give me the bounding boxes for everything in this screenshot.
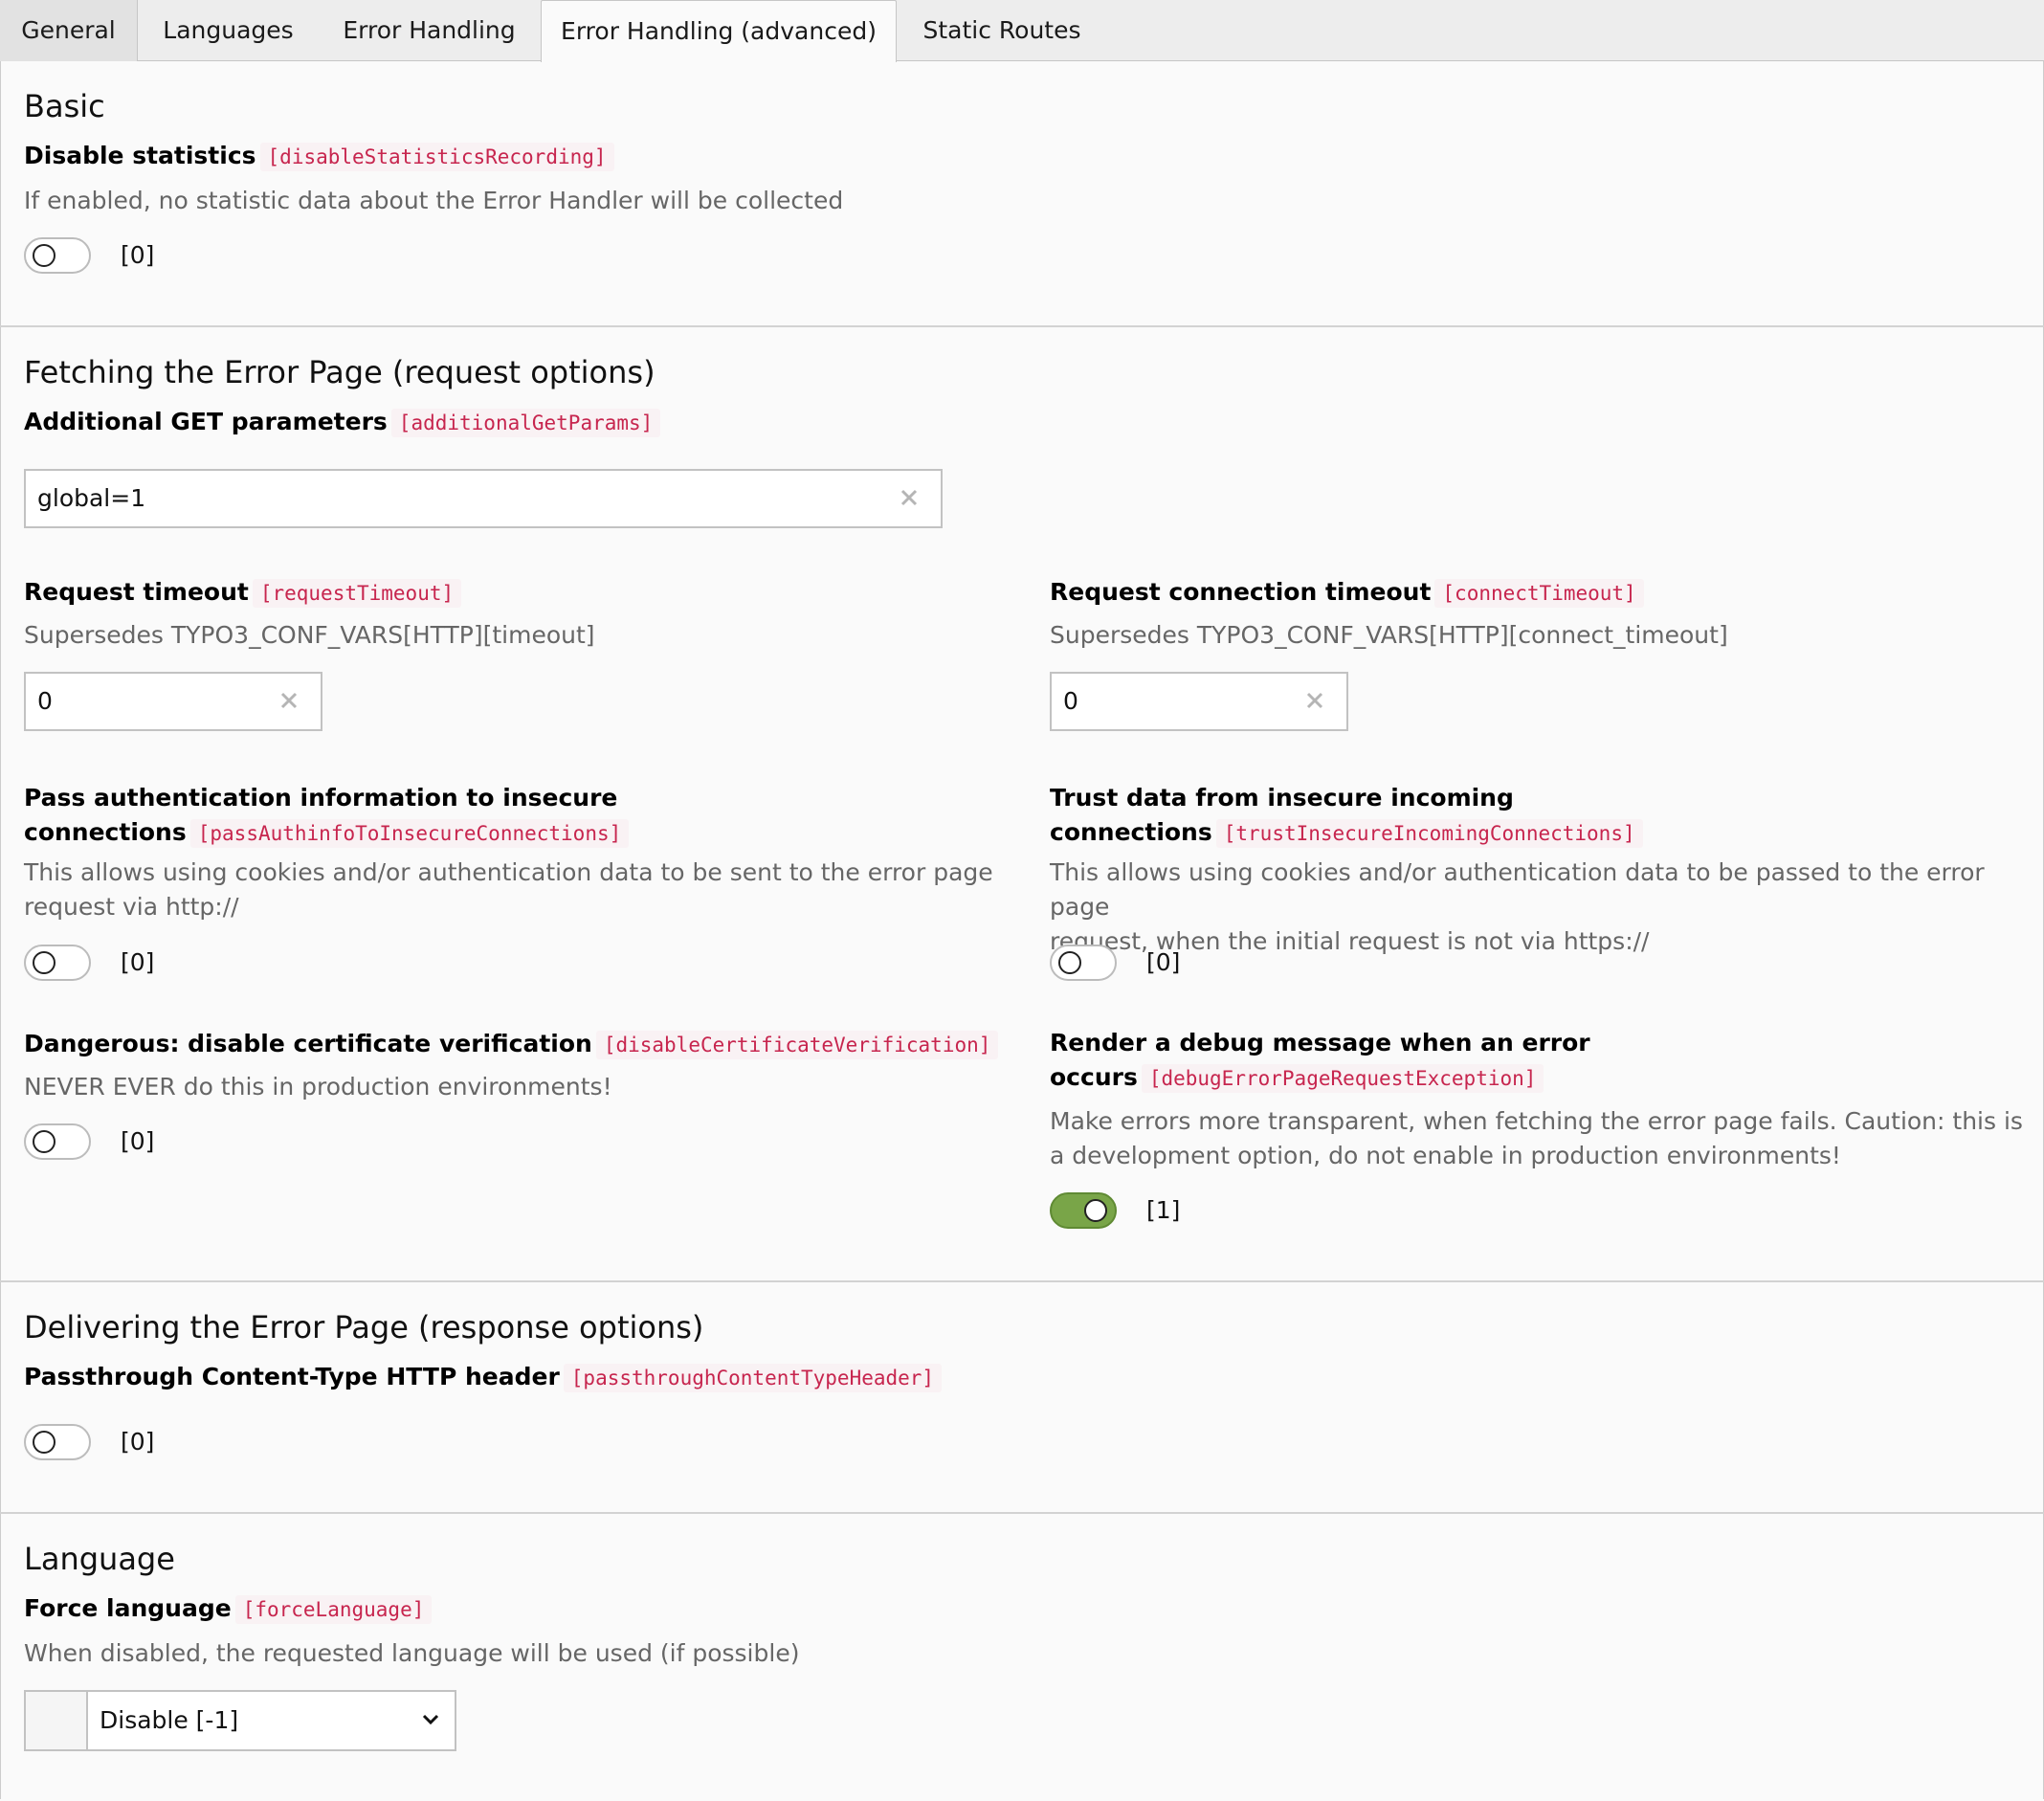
field-label-trust-insecure: Trust data from insecure incoming connec…	[1050, 781, 1643, 851]
label-text: Passthrough Content-Type HTTP header	[24, 1363, 560, 1390]
field-description: This allows using cookies and/or authent…	[1050, 856, 2044, 959]
field-label-disable-cert: Dangerous: disable certificate verificat…	[24, 1030, 999, 1059]
tab-static-routes[interactable]: Static Routes	[897, 0, 1107, 61]
section-heading-delivering: Delivering the Error Page (response opti…	[24, 1309, 704, 1345]
toggle-knob	[33, 244, 56, 267]
toggle-value: [0]	[121, 948, 155, 976]
field-label-passthrough: Passthrough Content-Type HTTP header [pas…	[24, 1363, 943, 1392]
field-description: When disabled, the requested language wi…	[24, 1639, 800, 1667]
config-key: [trustInsecureIncomingConnections]	[1215, 819, 1643, 848]
label-text-line2: occurs	[1050, 1063, 1138, 1091]
description-line1: This allows using cookies and/or authent…	[24, 858, 993, 886]
label-text: Disable statistics	[24, 142, 256, 169]
tab-error-handling[interactable]: Error Handling	[318, 0, 541, 61]
tab-bar: General Languages Error Handling Error H…	[0, 0, 2044, 62]
toggle-value: [0]	[121, 1428, 155, 1456]
additional-get-input[interactable]: global=1	[24, 469, 943, 528]
label-text-line1: Render a debug message when an error	[1050, 1029, 1590, 1056]
config-key: [additionalGetParams]	[390, 409, 661, 437]
label-text: Additional GET parameters	[24, 408, 388, 435]
toggle-disable-statistics[interactable]	[24, 237, 91, 274]
toggle-disable-cert[interactable]	[24, 1123, 91, 1160]
config-key: [passthroughContentTypeHeader]	[563, 1364, 943, 1392]
field-label-additional-get: Additional GET parameters [additionalGetP…	[24, 408, 661, 437]
label-text: Dangerous: disable certificate verificat…	[24, 1030, 592, 1057]
field-description: Make errors more transparent, when fetch…	[1050, 1104, 2023, 1173]
section-divider	[0, 1280, 2044, 1282]
toggle-debug-message[interactable]	[1050, 1192, 1117, 1229]
input-value: global=1	[37, 484, 146, 512]
description-line2: request, when the initial request is not…	[1050, 927, 1650, 955]
field-description: If enabled, no statistic data about the …	[24, 187, 844, 214]
field-description: NEVER EVER do this in production environ…	[24, 1073, 612, 1101]
label-text: Request connection timeout	[1050, 578, 1432, 606]
section-heading-basic: Basic	[24, 88, 105, 124]
section-divider	[0, 325, 2044, 327]
toggle-pass-auth[interactable]	[24, 945, 91, 981]
toggle-trust-insecure[interactable]	[1050, 945, 1117, 981]
label-text: Request timeout	[24, 578, 249, 606]
field-label-disable-statistics: Disable statistics [disableStatisticsReco…	[24, 142, 614, 171]
chevron-down-icon	[422, 1714, 439, 1725]
clear-icon[interactable]	[899, 487, 920, 508]
toggle-value: [0]	[1146, 948, 1181, 976]
toggle-knob	[33, 1431, 56, 1454]
description-line1: This allows using cookies and/or authent…	[1050, 858, 1985, 921]
config-key: [requestTimeout]	[252, 579, 462, 608]
tab-general[interactable]: General	[0, 0, 138, 61]
force-language-select[interactable]: Disable [-1]	[24, 1690, 456, 1751]
toggle-knob	[33, 1130, 56, 1153]
field-description: This allows using cookies and/or authent…	[24, 856, 993, 924]
tab-error-handling-advanced[interactable]: Error Handling (advanced)	[541, 0, 897, 62]
field-label-request-timeout: Request timeout [requestTimeout]	[24, 578, 462, 608]
field-description: Supersedes TYPO3_CONF_VARS[HTTP][connect…	[1050, 621, 1728, 649]
input-value: 0	[1063, 687, 1078, 715]
section-heading-fetching: Fetching the Error Page (request options…	[24, 354, 655, 390]
input-value: 0	[37, 687, 53, 715]
toggle-value: [0]	[121, 241, 155, 269]
toggle-knob	[1084, 1199, 1107, 1222]
label-text-line2: connections	[24, 818, 187, 846]
label-text-line2: connections	[1050, 818, 1212, 846]
select-addon	[26, 1692, 88, 1749]
tab-languages[interactable]: Languages	[139, 0, 318, 61]
field-label-pass-auth: Pass authentication information to insec…	[24, 781, 630, 851]
clear-icon[interactable]	[278, 690, 300, 711]
description-line2: a development option, do not enable in p…	[1050, 1142, 1841, 1169]
config-key: [passAuthinfoToInsecureConnections]	[189, 819, 630, 848]
clear-icon[interactable]	[1304, 690, 1325, 711]
select-value: Disable [-1]	[100, 1706, 239, 1734]
label-text-line1: Pass authentication information to insec…	[24, 784, 618, 812]
description-line1: Make errors more transparent, when fetch…	[1050, 1107, 2023, 1135]
toggle-knob	[1058, 951, 1081, 974]
label-text-line1: Trust data from insecure incoming	[1050, 784, 1514, 812]
section-divider	[0, 1512, 2044, 1514]
field-description: Supersedes TYPO3_CONF_VARS[HTTP][timeout…	[24, 621, 595, 649]
section-heading-language: Language	[24, 1541, 175, 1577]
request-timeout-input[interactable]: 0	[24, 672, 322, 731]
config-key: [connectTimeout]	[1434, 579, 1644, 608]
field-label-force-language: Force language [forceLanguage]	[24, 1594, 433, 1624]
field-label-connect-timeout: Request connection timeout [connectTimeou…	[1050, 578, 1644, 608]
toggle-value: [1]	[1146, 1196, 1181, 1224]
config-key: [disableCertificateVerification]	[595, 1031, 999, 1059]
config-key: [forceLanguage]	[234, 1595, 433, 1624]
toggle-value: [0]	[121, 1127, 155, 1155]
connect-timeout-input[interactable]: 0	[1050, 672, 1348, 731]
field-label-debug-message: Render a debug message when an error occ…	[1050, 1026, 1590, 1096]
config-key: [disableStatisticsRecording]	[259, 143, 614, 171]
config-key: [debugErrorPageRequestException]	[1141, 1064, 1544, 1093]
toggle-passthrough[interactable]	[24, 1424, 91, 1460]
description-line2: request via http://	[24, 893, 239, 921]
toggle-knob	[33, 951, 56, 974]
label-text: Force language	[24, 1594, 232, 1622]
